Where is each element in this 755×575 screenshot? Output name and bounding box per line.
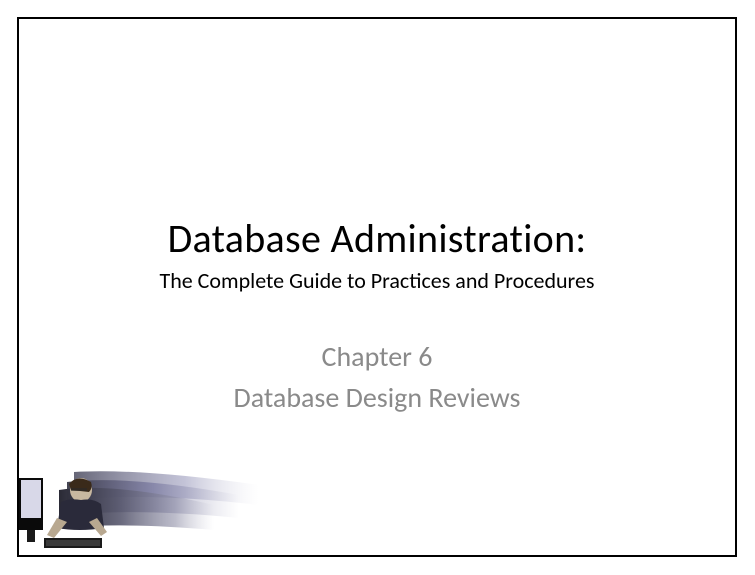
title-block: Database Administration: The Complete Gu… — [19, 214, 735, 294]
presentation-slide: Database Administration: The Complete Gu… — [17, 17, 737, 557]
chapter-block: Chapter 6 Database Design Reviews — [19, 339, 735, 415]
subtitle: The Complete Guide to Practices and Proc… — [19, 267, 735, 294]
chapter-number: Chapter 6 — [19, 339, 735, 374]
main-title: Database Administration: — [19, 214, 735, 263]
chapter-title: Database Design Reviews — [19, 380, 735, 415]
decorative-image — [19, 460, 279, 555]
